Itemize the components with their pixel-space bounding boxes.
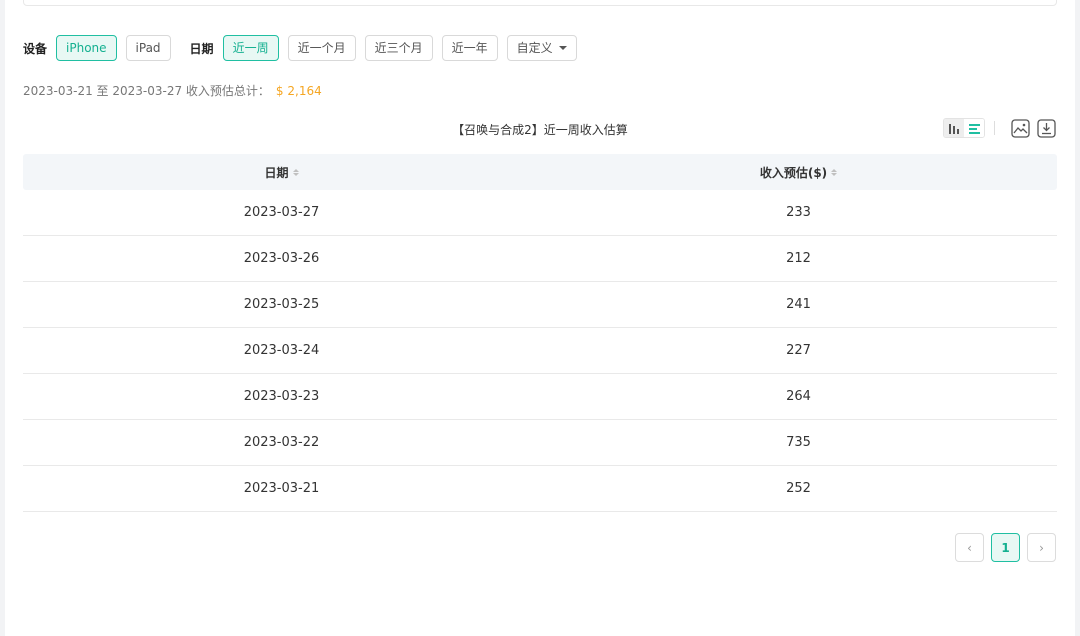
date-label: 日期 bbox=[189, 41, 214, 56]
date-cell: 2023-03-22 bbox=[243, 435, 320, 450]
revenue-summary: 2023-03-21 至 2023-03-27 收入预估总计： $ 2,164 bbox=[23, 82, 322, 99]
filter-row: 设备 iPhone iPad 日期 近一周 近一个月 近三个月 近一年 自定义 bbox=[23, 34, 586, 62]
revenue-cell: 735 bbox=[786, 435, 811, 450]
date-cell: 2023-03-24 bbox=[243, 343, 320, 358]
range-month-button[interactable]: 近一个月 bbox=[287, 35, 356, 61]
date-cell: 2023-03-27 bbox=[243, 205, 320, 220]
summary-text: 2023-03-21 至 2023-03-27 收入预估总计： bbox=[23, 84, 270, 98]
table-row: 2023-03-27 233 bbox=[23, 190, 1057, 236]
revenue-cell: 241 bbox=[786, 297, 811, 312]
table-tools bbox=[943, 118, 1056, 138]
content-panel: 设备 iPhone iPad 日期 近一周 近一个月 近三个月 近一年 自定义 … bbox=[5, 0, 1075, 636]
table-row: 2023-03-21 252 bbox=[23, 466, 1057, 512]
column-header-revenue[interactable]: 收入预估($) bbox=[540, 164, 1057, 181]
sort-icon[interactable] bbox=[831, 168, 838, 176]
pagination: ‹ 1 › bbox=[948, 533, 1056, 562]
table-row: 2023-03-25 241 bbox=[23, 282, 1057, 328]
range-year-button[interactable]: 近一年 bbox=[441, 35, 498, 61]
device-label: 设备 bbox=[23, 41, 48, 56]
revenue-cell: 264 bbox=[786, 389, 811, 404]
table-row: 2023-03-26 212 bbox=[23, 236, 1057, 282]
revenue-table: 日期 收入预估($) 2023-03-27 233 2023-03-26 212 2… bbox=[23, 154, 1057, 512]
bar-chart-icon[interactable] bbox=[944, 119, 964, 137]
table-header: 日期 收入预估($) bbox=[23, 154, 1057, 190]
date-cell: 2023-03-21 bbox=[243, 481, 320, 496]
range-week-button[interactable]: 近一周 bbox=[222, 35, 279, 61]
custom-range-dropdown[interactable]: 自定义 bbox=[506, 35, 577, 61]
next-page-button[interactable]: › bbox=[1027, 533, 1056, 562]
sort-icon[interactable] bbox=[292, 168, 299, 176]
download-icon[interactable] bbox=[1036, 118, 1056, 138]
revenue-cell: 212 bbox=[786, 251, 811, 266]
page-1-button[interactable]: 1 bbox=[991, 533, 1020, 562]
device-ipad-button[interactable]: iPad bbox=[125, 35, 171, 61]
table-row: 2023-03-23 264 bbox=[23, 374, 1057, 420]
prev-page-button[interactable]: ‹ bbox=[955, 533, 984, 562]
column-date-label: 日期 bbox=[264, 165, 289, 180]
revenue-cell: 227 bbox=[786, 343, 811, 358]
tool-divider bbox=[994, 121, 995, 135]
image-icon[interactable] bbox=[1010, 118, 1030, 138]
range-3months-button[interactable]: 近三个月 bbox=[364, 35, 433, 61]
revenue-cell: 233 bbox=[786, 205, 811, 220]
summary-total: $ 2,164 bbox=[275, 84, 322, 98]
date-cell: 2023-03-23 bbox=[243, 389, 320, 404]
custom-range-label: 自定义 bbox=[516, 41, 553, 55]
table-row: 2023-03-22 735 bbox=[23, 420, 1057, 466]
list-icon[interactable] bbox=[964, 119, 984, 137]
revenue-cell: 252 bbox=[786, 481, 811, 496]
table-title: 【召唤与合成2】近一周收入估算 bbox=[452, 123, 628, 137]
date-cell: 2023-03-25 bbox=[243, 297, 320, 312]
top-card bbox=[23, 0, 1057, 6]
column-header-date[interactable]: 日期 bbox=[23, 164, 540, 181]
device-iphone-button[interactable]: iPhone bbox=[56, 35, 117, 61]
view-toggle bbox=[943, 118, 985, 138]
column-revenue-label: 收入预估($) bbox=[759, 165, 828, 180]
date-cell: 2023-03-26 bbox=[243, 251, 320, 266]
caret-down-icon bbox=[558, 45, 567, 50]
table-row: 2023-03-24 227 bbox=[23, 328, 1057, 374]
